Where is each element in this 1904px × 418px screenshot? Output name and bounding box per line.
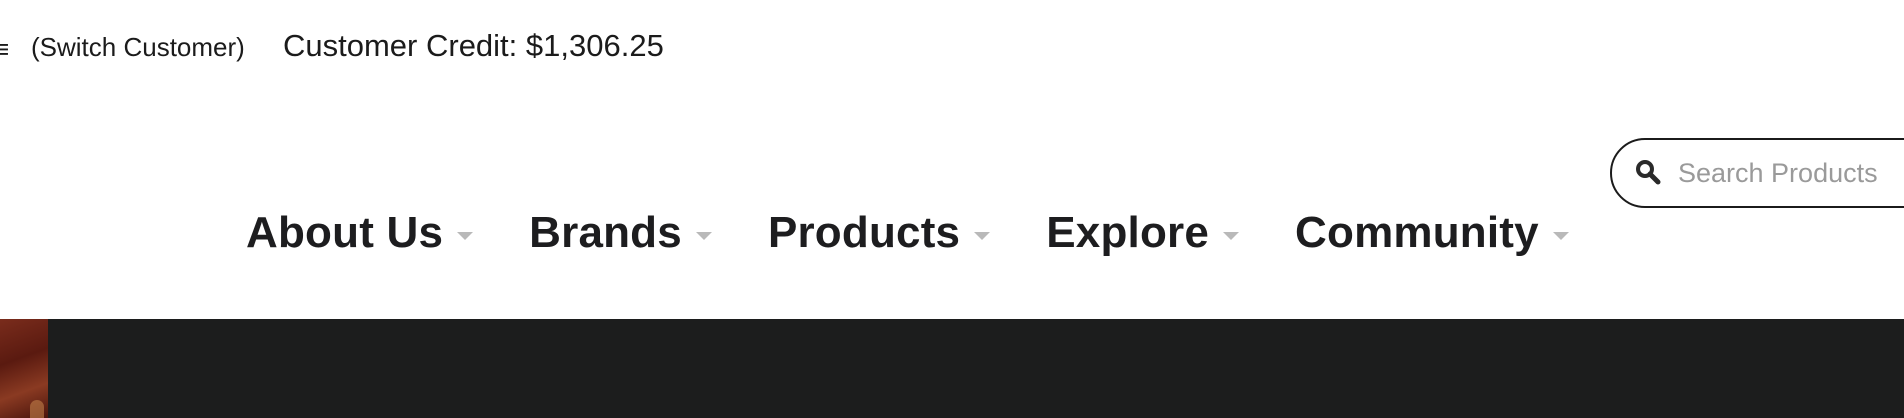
nav-item-brands[interactable]: Brands: [529, 208, 712, 258]
nav-label: Brands: [529, 208, 682, 257]
chevron-down-icon: [695, 232, 712, 240]
chevron-down-icon: [1223, 232, 1240, 240]
chevron-down-icon: [974, 232, 991, 240]
nav-item-community[interactable]: Community: [1295, 208, 1569, 258]
menu-icon[interactable]: ≡: [0, 36, 9, 62]
search-input[interactable]: [1678, 157, 1904, 189]
customer-credit: Customer Credit: $1,306.25: [283, 28, 664, 63]
nav-label: Products: [767, 208, 961, 257]
search-icon[interactable]: [1634, 158, 1664, 188]
main-nav: About Us Brands Products Explore Communi…: [246, 208, 1625, 258]
nav-label: Explore: [1046, 208, 1210, 257]
nav-label: About Us: [246, 208, 444, 257]
banner-image: [0, 319, 48, 418]
nav-item-products[interactable]: Products: [767, 208, 991, 258]
switch-customer-link[interactable]: (Switch Customer): [31, 32, 245, 63]
hero-banner: [0, 319, 1904, 418]
chevron-down-icon: [1552, 232, 1569, 240]
nav-label: Community: [1295, 208, 1539, 257]
nav-item-about-us[interactable]: About Us: [246, 208, 474, 258]
chevron-down-icon: [457, 232, 474, 240]
search-box[interactable]: [1610, 138, 1904, 208]
nav-item-explore[interactable]: Explore: [1046, 208, 1240, 258]
page: ≡ (Switch Customer) Customer Credit: $1,…: [0, 0, 1904, 418]
